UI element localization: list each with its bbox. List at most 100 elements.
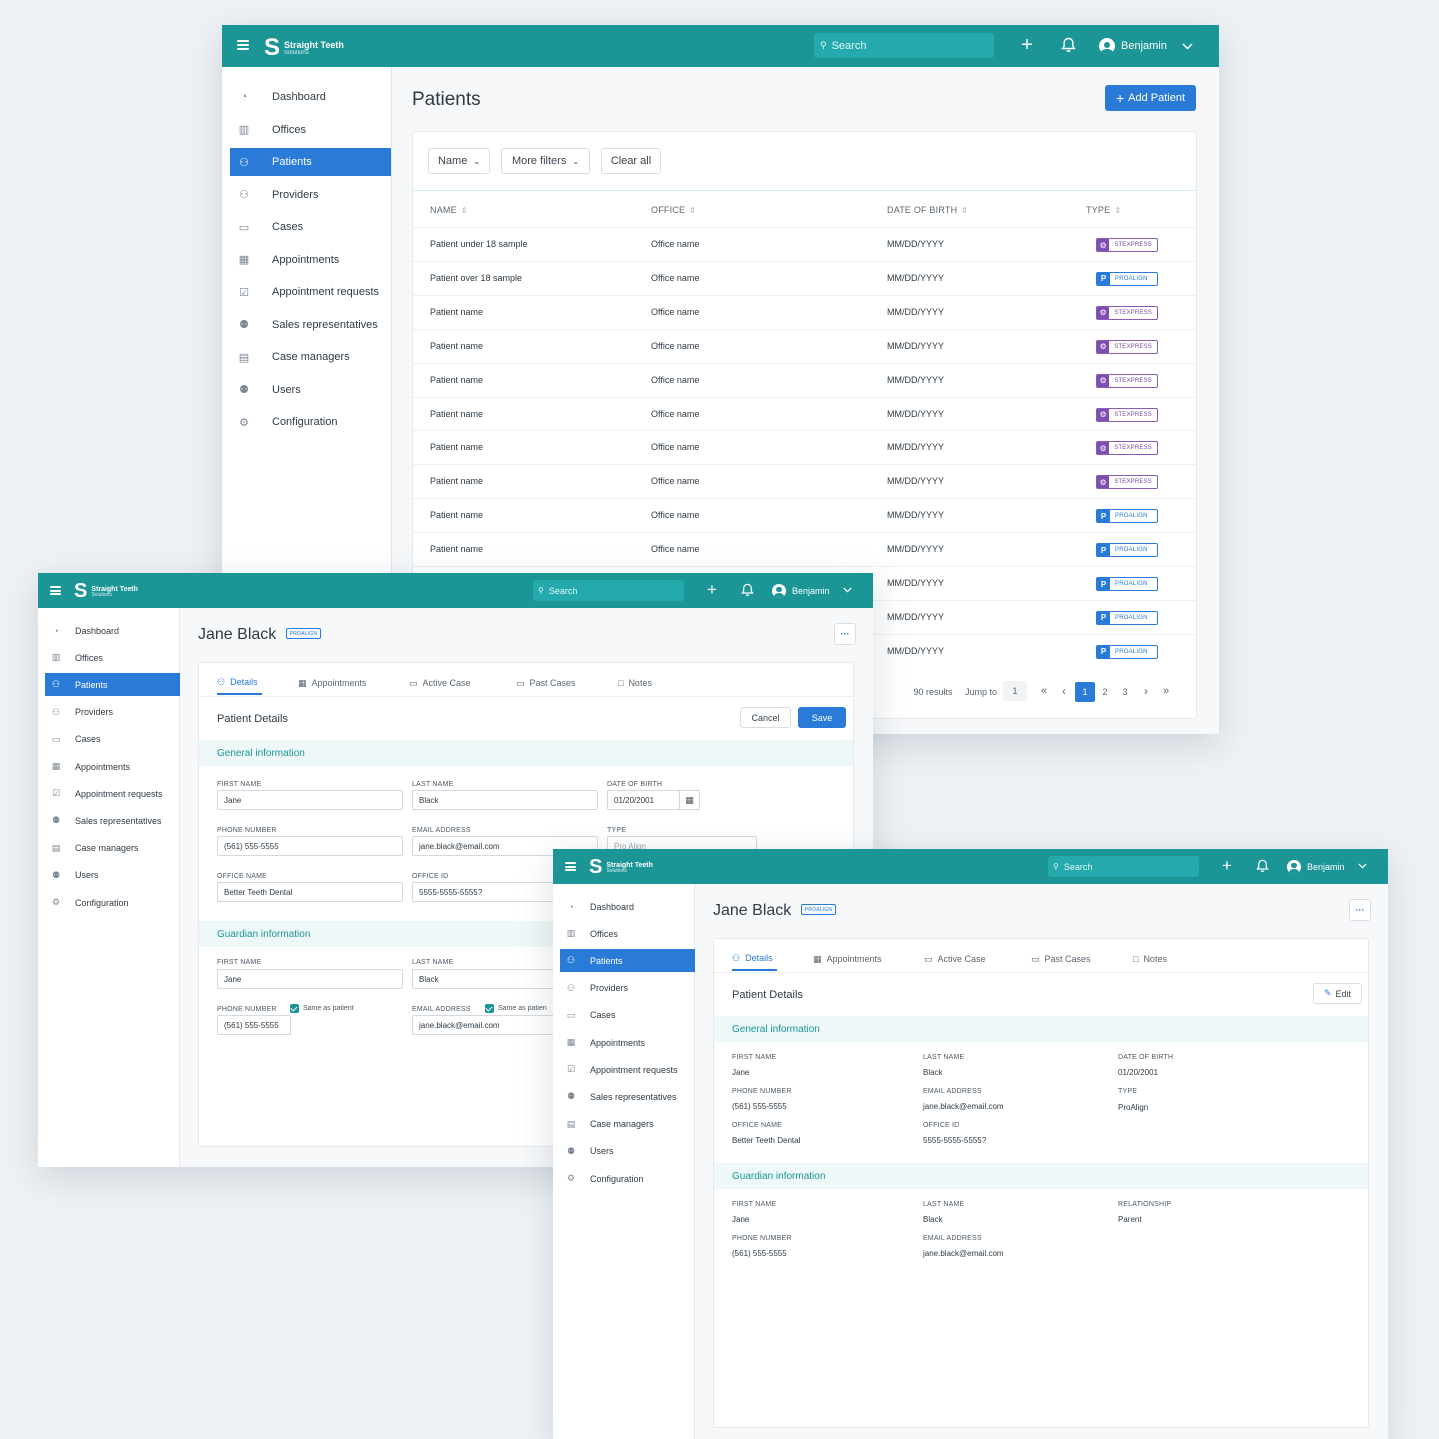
prev-page-icon[interactable]: ‹ <box>1058 682 1070 700</box>
table-row[interactable]: Patient name Office name MM/DD/YYYY ⚙ STEXPR… <box>413 464 1196 498</box>
column-header-name[interactable]: NAME ⇕ <box>430 205 468 215</box>
jump-to-input[interactable]: 1 <box>1003 681 1027 701</box>
same-as-patient-email-checkbox[interactable]: Same as patien <box>485 1004 547 1013</box>
menu-icon[interactable] <box>50 586 61 595</box>
sidebar-item-cases[interactable]: ▭ Cases <box>230 213 391 241</box>
column-header-type[interactable]: TYPE ⇕ <box>1086 205 1121 215</box>
sidebar-item-patients[interactable]: ⚇ Patients <box>560 949 695 973</box>
more-options-button[interactable]: ··· <box>1349 899 1371 921</box>
cancel-button[interactable]: Cancel <box>740 707 791 728</box>
brand-logo[interactable]: S Straight Teeth Solutions <box>264 34 344 62</box>
sidebar-item-patients[interactable]: ⚇ Patients <box>45 673 180 697</box>
sidebar-item-offices[interactable]: ▥ Offices <box>560 922 695 945</box>
sidebar-item-providers[interactable]: ⚇ Providers <box>560 977 695 1000</box>
page-1-button[interactable]: 1 <box>1075 682 1095 702</box>
sidebar-item-configuration[interactable]: ⚙ Configuration <box>230 408 391 436</box>
next-page-icon[interactable]: › <box>1140 682 1152 700</box>
brand-logo[interactable]: S Straight Teeth Solutions <box>589 856 653 879</box>
tab-notes[interactable]: □ Notes <box>1133 947 1167 971</box>
guardian-first-name-field[interactable]: Jane <box>217 969 403 989</box>
tab-appointments[interactable]: ▦ Appointments <box>813 947 882 971</box>
add-icon[interactable]: + <box>1017 34 1037 56</box>
table-row[interactable]: Patient name Office name MM/DD/YYYY ⚙ STEXPR… <box>413 294 1196 329</box>
edit-button[interactable]: ✎ Edit <box>1313 983 1362 1004</box>
table-row[interactable]: Patient over 18 sample Office name MM/DD/Y… <box>413 260 1196 295</box>
sidebar-item-patients[interactable]: ⚇ Patients <box>230 148 391 176</box>
sidebar-item-case-managers[interactable]: ▤ Case managers <box>560 1113 695 1136</box>
bell-icon[interactable] <box>1253 857 1271 875</box>
chevron-down-icon[interactable] <box>1179 38 1195 54</box>
table-row[interactable]: Patient name Office name MM/DD/YYYY ⚙ STEXPR… <box>413 430 1196 464</box>
sidebar-item-providers[interactable]: ⚇ Providers <box>230 181 391 209</box>
more-filters-dropdown[interactable]: More filters ⌄ <box>501 148 590 174</box>
sidebar-item-case-managers[interactable]: ▤ Case managers <box>45 837 180 860</box>
column-header-office[interactable]: OFFICE ⇕ <box>651 205 696 215</box>
tab-past-cases[interactable]: ▭ Past Cases <box>1031 947 1091 971</box>
sidebar-item-appointment-requests[interactable]: ☑ Appointment requests <box>560 1058 695 1081</box>
page-2-button[interactable]: 2 <box>1097 682 1113 702</box>
sidebar-item-providers[interactable]: ⚇ Providers <box>45 701 180 724</box>
office-name-field[interactable]: Better Teeth Dental <box>217 882 403 902</box>
sidebar-item-case-managers[interactable]: ▤ Case managers <box>230 343 391 371</box>
sidebar-item-users[interactable]: ⚉ Users <box>230 376 391 404</box>
sidebar-item-dashboard[interactable]: ◔ Dashboard <box>230 83 391 111</box>
column-header-dob[interactable]: DATE OF BIRTH ⇕ <box>887 205 968 215</box>
sidebar-item-appointments[interactable]: ▦ Appointments <box>560 1031 695 1054</box>
sidebar-item-offices[interactable]: ▥ Offices <box>45 646 180 669</box>
tab-notes[interactable]: □ Notes <box>618 671 652 695</box>
guardian-phone-field[interactable]: (561) 555-5555 <box>217 1015 291 1035</box>
menu-icon[interactable] <box>237 40 249 50</box>
sidebar-item-appointment-requests[interactable]: ☑ Appointment requests <box>230 278 391 306</box>
tab-active-case[interactable]: ▭ Active Case <box>924 947 986 971</box>
tab-details[interactable]: ⚇ Details <box>217 671 262 695</box>
sidebar-item-appointments[interactable]: ▦ Appointments <box>230 246 391 274</box>
table-row[interactable]: Patient name Office name MM/DD/YYYY P PROALI… <box>413 498 1196 532</box>
page-3-button[interactable]: 3 <box>1117 682 1133 702</box>
sidebar-item-sales-representatives[interactable]: ⚉ Sales representatives <box>45 809 180 832</box>
table-row[interactable]: Patient under 18 sample Office name MM/DD/… <box>413 227 1196 261</box>
bell-icon[interactable] <box>1058 35 1078 55</box>
sidebar-item-sales-representatives[interactable]: ⚉ Sales representatives <box>230 311 391 339</box>
search-input[interactable]: ⚲ Search <box>533 580 684 601</box>
sidebar-item-cases[interactable]: ▭ Cases <box>45 728 180 751</box>
name-filter-dropdown[interactable]: Name ⌄ <box>428 148 490 174</box>
add-icon[interactable]: + <box>703 580 721 599</box>
last-page-icon[interactable]: » <box>1160 682 1172 700</box>
sidebar-item-users[interactable]: ⚉ Users <box>45 864 180 887</box>
search-input[interactable]: ⚲ Search <box>814 33 994 58</box>
tab-active-case[interactable]: ▭ Active Case <box>409 671 471 695</box>
brand-logo[interactable]: S Straight Teeth Solutions <box>74 580 138 603</box>
menu-icon[interactable] <box>565 862 576 871</box>
chevron-down-icon[interactable] <box>840 583 854 597</box>
bell-icon[interactable] <box>738 581 756 599</box>
sidebar-item-cases[interactable]: ▭ Cases <box>560 1004 695 1027</box>
sidebar-item-configuration[interactable]: ⚙ Configuration <box>45 891 180 914</box>
save-button[interactable]: Save <box>798 707 846 728</box>
same-as-patient-phone-checkbox[interactable]: Same as patient <box>290 1004 354 1013</box>
phone-field[interactable]: (561) 555-5555 <box>217 836 403 856</box>
user-menu[interactable]: Benjamin <box>772 582 830 599</box>
tab-past-cases[interactable]: ▭ Past Cases <box>516 671 576 695</box>
dob-field[interactable]: 01/20/2001 ▦ <box>607 790 700 810</box>
calendar-icon[interactable]: ▦ <box>679 791 699 809</box>
sidebar-item-appointments[interactable]: ▦ Appointments <box>45 755 180 778</box>
table-row[interactable]: Patient name Office name MM/DD/YYYY ⚙ STEXPR… <box>413 328 1196 363</box>
tab-details[interactable]: ⚇ Details <box>732 947 777 971</box>
clear-all-button[interactable]: Clear all <box>601 148 661 174</box>
table-row[interactable]: Patient name Office name MM/DD/YYYY ⚙ STEXPR… <box>413 362 1196 397</box>
chevron-down-icon[interactable] <box>1355 859 1369 873</box>
sidebar-item-offices[interactable]: ▥ Offices <box>230 116 391 144</box>
add-patient-button[interactable]: + Add Patient <box>1105 85 1196 111</box>
sidebar-item-dashboard[interactable]: ◔ Dashboard <box>560 895 695 918</box>
search-input[interactable]: ⚲ Search <box>1048 856 1199 877</box>
first-page-icon[interactable]: « <box>1038 682 1050 700</box>
sidebar-item-appointment-requests[interactable]: ☑ Appointment requests <box>45 782 180 805</box>
user-menu[interactable]: Benjamin <box>1287 858 1345 875</box>
table-row[interactable]: Patient name Office name MM/DD/YYYY P PROALI… <box>413 532 1196 566</box>
more-options-button[interactable]: ··· <box>834 623 856 645</box>
add-icon[interactable]: + <box>1218 856 1236 875</box>
sidebar-item-dashboard[interactable]: ◔ Dashboard <box>45 619 180 642</box>
user-menu[interactable]: Benjamin <box>1099 36 1167 56</box>
table-row[interactable]: Patient name Office name MM/DD/YYYY ⚙ STEXPR… <box>413 396 1196 431</box>
sidebar-item-configuration[interactable]: ⚙ Configuration <box>560 1167 695 1190</box>
